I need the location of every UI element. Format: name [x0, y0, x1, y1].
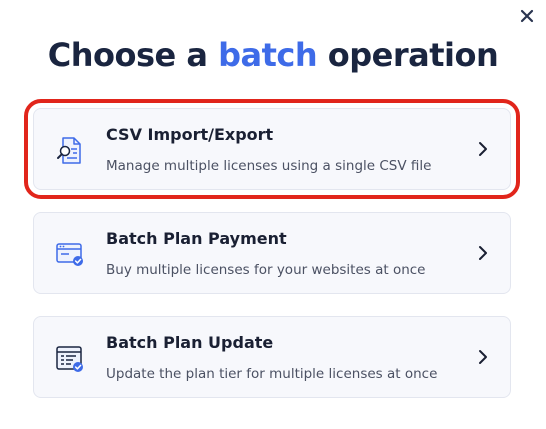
- close-icon: [520, 9, 534, 23]
- chevron-right-icon: [479, 350, 487, 364]
- title-prefix: Choose a: [47, 36, 208, 74]
- option-description: Manage multiple licenses using a single …: [106, 158, 432, 174]
- modal-title: Choose a batch operation: [0, 28, 546, 82]
- chevron-right-icon: [479, 142, 487, 156]
- chevron-right-icon: [479, 246, 487, 260]
- browser-payment-icon: [56, 243, 83, 266]
- option-title: CSV Import/Export: [106, 125, 274, 144]
- csv-file-search-icon: [57, 137, 81, 164]
- operation-list: CSV Import/Export Manage multiple licens…: [24, 99, 520, 420]
- option-description: Buy multiple licenses for your websites …: [106, 262, 426, 278]
- option-batch-plan-payment[interactable]: Batch Plan Payment Buy multiple licenses…: [33, 212, 511, 294]
- option-title: Batch Plan Update: [106, 333, 274, 352]
- option-batch-plan-update[interactable]: Batch Plan Update Update the plan tier f…: [33, 316, 511, 398]
- title-accent: batch: [218, 36, 318, 74]
- close-button[interactable]: [515, 4, 539, 28]
- option-csv-import-export[interactable]: CSV Import/Export Manage multiple licens…: [24, 99, 520, 199]
- option-title: Batch Plan Payment: [106, 229, 287, 248]
- title-suffix: operation: [327, 36, 499, 74]
- batch-operation-modal: Choose a batch operation CSV Import/Expo…: [0, 0, 546, 429]
- option-description: Update the plan tier for multiple licens…: [106, 366, 438, 382]
- list-update-icon: [56, 346, 83, 372]
